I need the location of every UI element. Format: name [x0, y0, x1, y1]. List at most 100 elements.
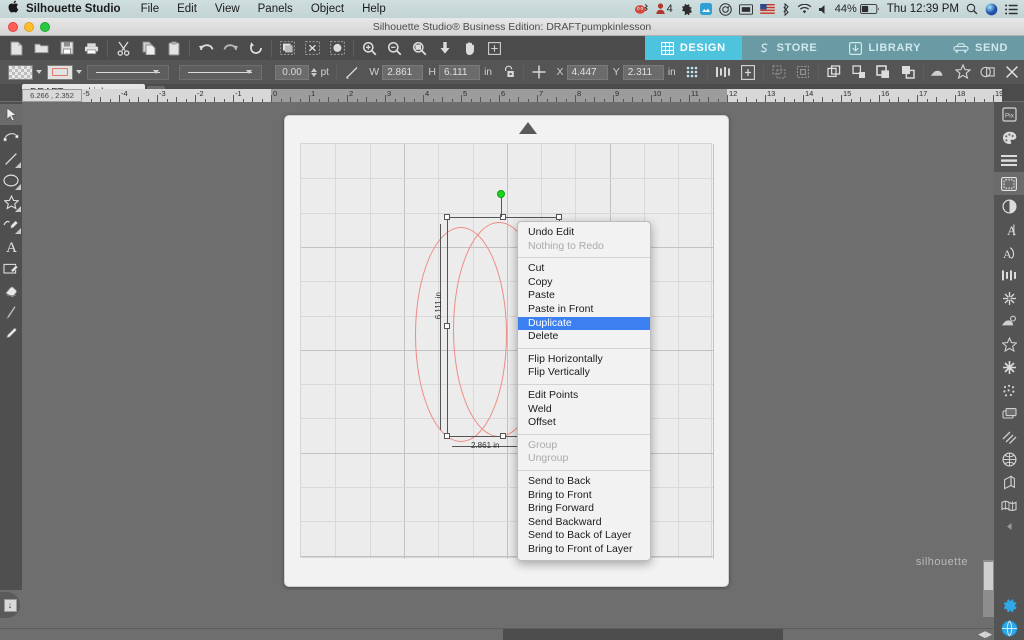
help-globe-icon[interactable] — [994, 617, 1024, 640]
distribute-icon[interactable] — [735, 61, 759, 83]
menu-view[interactable]: View — [206, 3, 249, 15]
display-icon[interactable] — [738, 3, 753, 15]
vertical-scrollbar-thumb[interactable] — [984, 562, 993, 590]
zoom-selection-icon[interactable] — [407, 37, 432, 59]
aspect-lock-icon[interactable] — [496, 61, 520, 83]
ellipse-tool-more-icon[interactable] — [15, 184, 21, 190]
group-icon[interactable] — [822, 61, 846, 83]
volume-icon[interactable] — [818, 4, 828, 15]
creative-cloud-icon[interactable] — [718, 2, 732, 16]
fill-color-dropdown-icon[interactable] — [36, 70, 43, 74]
modify-intersect-icon[interactable] — [975, 61, 999, 83]
zoom-out-icon[interactable] — [382, 37, 407, 59]
close-modify-icon[interactable] — [1000, 61, 1024, 83]
curve-pen-tool[interactable] — [0, 214, 22, 235]
wifi-icon[interactable] — [797, 3, 812, 15]
print-bleed-panel-icon[interactable] — [994, 448, 1024, 471]
eraser-panel-icon[interactable] — [994, 471, 1024, 494]
context-menu[interactable]: Undo Edit Nothing to Redo Cut Copy Paste Past… — [517, 221, 651, 562]
eyedropper-tool[interactable] — [0, 324, 22, 345]
fill-selection-icon[interactable] — [275, 37, 300, 59]
user-count-icon[interactable]: 4 — [656, 3, 673, 15]
pen-tool-more-icon[interactable] — [15, 228, 21, 234]
line-color-dropdown-icon[interactable] — [75, 70, 82, 74]
siri-icon[interactable] — [985, 3, 998, 16]
clock[interactable]: Thu 12:39 PM — [887, 3, 959, 15]
fit-to-page-icon[interactable] — [432, 37, 457, 59]
line-weight-input[interactable]: 0.00 — [275, 64, 309, 80]
context-menu-item-flip-vertically[interactable]: Flip Vertically — [518, 366, 650, 380]
cut-icon[interactable] — [111, 37, 136, 59]
line-weight-stepper[interactable] — [310, 67, 317, 77]
eraser-tool[interactable] — [0, 280, 22, 301]
align-panel-icon[interactable] — [994, 264, 1024, 287]
polygon-star-tool[interactable] — [0, 192, 22, 213]
line-color-swatch[interactable] — [47, 64, 73, 80]
pixscan-panel-icon[interactable]: Pix — [994, 103, 1024, 126]
context-menu-item-paste[interactable]: Paste — [518, 289, 650, 303]
position-crosshair-icon[interactable] — [527, 61, 551, 83]
text-tool[interactable]: A — [0, 236, 22, 257]
flag-icon[interactable] — [759, 4, 775, 14]
selection-handle-bottom-center[interactable] — [500, 433, 506, 439]
tab-design[interactable]: DESIGN — [644, 36, 742, 60]
text-on-path-panel-icon[interactable]: A — [994, 241, 1024, 264]
modify-weld-icon[interactable] — [927, 61, 951, 83]
menu-file[interactable]: File — [132, 3, 169, 15]
height-input[interactable]: 6.111 — [438, 64, 481, 80]
offset-panel-icon[interactable] — [994, 310, 1024, 333]
polygon-tool-more-icon[interactable] — [15, 206, 21, 212]
menu-panels[interactable]: Panels — [249, 3, 302, 15]
anchor-grid-icon[interactable] — [680, 61, 704, 83]
context-menu-item-copy[interactable]: Copy — [518, 276, 650, 290]
pan-hand-icon[interactable] — [457, 37, 482, 59]
context-menu-item-bring-forward[interactable]: Bring Forward — [518, 502, 650, 516]
warp-panel-icon[interactable] — [994, 425, 1024, 448]
context-menu-item-bring-to-front[interactable]: Bring to Front — [518, 489, 650, 503]
rhinestone-panel-icon[interactable] — [994, 379, 1024, 402]
select-all-icon[interactable] — [325, 37, 350, 59]
refresh-icon[interactable] — [243, 37, 268, 59]
bluetooth-icon[interactable] — [782, 2, 790, 16]
sketch-panel-icon[interactable] — [994, 356, 1024, 379]
diagonal-scale-icon[interactable] — [340, 61, 364, 83]
scroll-arrows-icon[interactable]: ◀▶ — [978, 629, 992, 640]
print-icon[interactable] — [79, 37, 104, 59]
x-input[interactable]: 4.447 — [566, 64, 608, 80]
gear-icon[interactable] — [680, 3, 693, 16]
line-style-panel-icon[interactable] — [994, 149, 1024, 172]
selection-handle-top-left[interactable] — [444, 214, 450, 220]
color-palette-panel-icon[interactable] — [994, 126, 1024, 149]
edit-points-tool[interactable] — [0, 126, 22, 147]
selection-handle-bottom-left[interactable] — [444, 433, 450, 439]
ungroup-icon[interactable] — [847, 61, 871, 83]
align-icon[interactable] — [711, 61, 735, 83]
draw-note-tool[interactable] — [0, 258, 22, 279]
release-compound-icon[interactable] — [895, 61, 919, 83]
undo-icon[interactable] — [193, 37, 218, 59]
horizontal-ruler[interactable]: -7-6-5-4-3-2-101234567891011121314151617… — [22, 89, 1002, 102]
context-menu-item-send-to-back-of-layer[interactable]: Send to Back of Layer — [518, 529, 650, 543]
antivirus-icon[interactable] — [634, 3, 649, 15]
redo-icon[interactable] — [218, 37, 243, 59]
menu-help[interactable]: Help — [353, 3, 395, 15]
horizontal-scrollbar[interactable] — [0, 617, 994, 628]
select-arrow-tool[interactable] — [0, 104, 22, 125]
nest-icon[interactable] — [791, 61, 815, 83]
context-menu-item-weld[interactable]: Weld — [518, 403, 650, 417]
line-tool-more-icon[interactable] — [15, 162, 21, 168]
page-setup-panel-icon[interactable] — [994, 172, 1024, 195]
tab-send[interactable]: SEND — [937, 36, 1024, 60]
context-menu-item-paste-in-front[interactable]: Paste in Front — [518, 303, 650, 317]
collapse-panel-icon[interactable] — [994, 517, 1024, 535]
save-document-icon[interactable] — [54, 37, 79, 59]
selection-handle-top-right[interactable] — [556, 214, 562, 220]
battery-status[interactable]: 44% — [835, 3, 880, 15]
context-menu-item-offset[interactable]: Offset — [518, 416, 650, 430]
line-tool[interactable] — [0, 148, 22, 169]
compound-path-icon[interactable] — [871, 61, 895, 83]
context-menu-item-delete[interactable]: Delete — [518, 330, 650, 344]
photos-icon[interactable] — [699, 3, 712, 15]
design-canvas[interactable]: silhouette 6.111 in 2.861 in — [22, 102, 994, 590]
text-style-panel-icon[interactable]: A — [994, 218, 1024, 241]
